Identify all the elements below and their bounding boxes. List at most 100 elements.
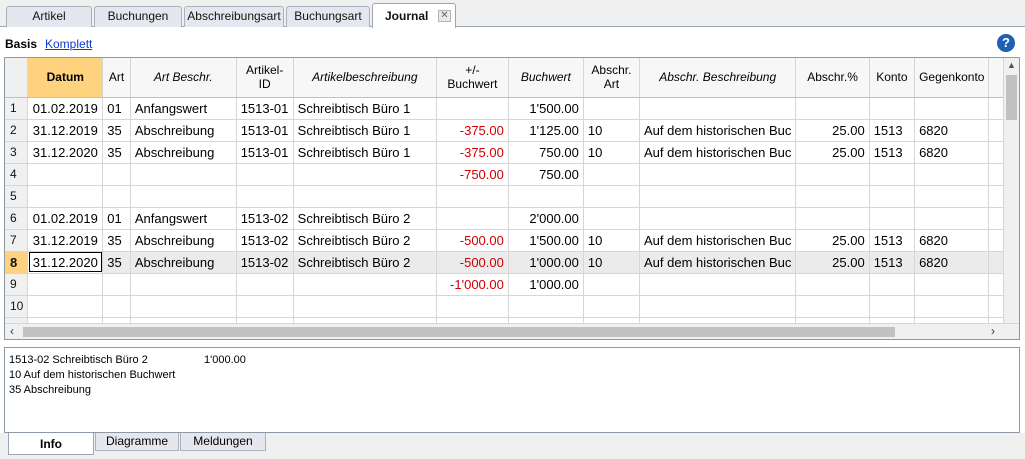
tab-abschreibungsart[interactable]: Abschreibungsart (184, 6, 284, 27)
table-row[interactable]: 9 -1'000.00 1'000.00 (5, 273, 1019, 296)
cell-art[interactable]: 01 (102, 207, 131, 230)
cell-datum[interactable] (27, 185, 104, 208)
cell-row-number[interactable]: 7 (5, 229, 29, 252)
cell-abschr-beschreibung[interactable] (639, 273, 797, 296)
cell-buchwert[interactable]: 750.00 (508, 141, 584, 164)
cell-gegenkonto[interactable]: 6820 (914, 251, 990, 274)
cell-row-number[interactable]: 8 (5, 251, 29, 274)
cell-buchwert-delta[interactable] (436, 97, 509, 120)
cell-abschr-prozent[interactable]: 25.00 (795, 141, 870, 164)
cell-konto[interactable] (869, 97, 916, 120)
cell-gegenkonto[interactable] (914, 97, 990, 120)
cell-artikelbeschreibung[interactable] (293, 185, 437, 208)
table-row[interactable]: 8 31.12.2020 35 Abschreibung 1513-02 Schreibt… (5, 251, 1019, 274)
cell-buchwert-delta[interactable] (436, 207, 509, 230)
cell-art-beschr[interactable]: Abschreibung (130, 141, 237, 164)
cell-buchwert-delta[interactable] (436, 185, 509, 208)
cell-abschr-art[interactable] (583, 163, 640, 186)
cell-artikel-id[interactable]: 1513-01 (236, 97, 294, 120)
cell-datum[interactable]: 31.12.2019 (27, 229, 104, 252)
cell-artikel-id[interactable] (236, 163, 294, 186)
table-row[interactable]: 7 31.12.2019 35 Abschreibung 1513-02 Schreibt… (5, 229, 1019, 252)
cell-row-number[interactable]: 2 (5, 119, 29, 142)
tab-buchungen[interactable]: Buchungen (94, 6, 182, 27)
help-icon[interactable]: ? (997, 34, 1015, 52)
cell-buchwert[interactable]: 1'125.00 (508, 119, 584, 142)
cell-abschr-prozent[interactable]: 25.00 (795, 229, 870, 252)
cell-art-beschr[interactable]: Anfangswert (130, 207, 237, 230)
cell-artikel-id[interactable] (236, 273, 294, 296)
scroll-left-icon[interactable]: ‹ (10, 324, 14, 339)
cell-art-beschr[interactable]: Abschreibung (130, 251, 237, 274)
cell-row-number[interactable]: 5 (5, 185, 29, 208)
cell-datum[interactable]: 31.12.2019 (27, 119, 104, 142)
cell-abschr-beschreibung[interactable]: Auf dem historischen Buc (639, 229, 797, 252)
cell-artikel-id[interactable]: 1513-02 (236, 229, 294, 252)
cell-datum[interactable] (27, 163, 104, 186)
cell-artikel-id[interactable]: 1513-02 (236, 207, 294, 230)
cell-abschr-art[interactable] (583, 97, 640, 120)
cell-art-beschr[interactable] (130, 163, 237, 186)
cell-abschr-beschreibung[interactable]: Auf dem historischen Buc (639, 141, 797, 164)
cell-abschr-prozent[interactable] (795, 295, 870, 318)
cell-row-number[interactable]: 3 (5, 141, 29, 164)
cell-konto[interactable]: 1513 (869, 251, 916, 274)
header-abschr-beschreibung[interactable]: Abschr. Beschreibung (639, 58, 797, 98)
header-abschr-art[interactable]: Abschr. Art (583, 58, 640, 98)
cell-abschr-beschreibung[interactable] (639, 163, 797, 186)
cell-konto[interactable] (869, 273, 916, 296)
table-row[interactable]: 3 31.12.2020 35 Abschreibung 1513-01 Schreibt… (5, 141, 1019, 164)
vertical-scroll-thumb[interactable] (1006, 75, 1017, 120)
cell-buchwert-delta[interactable]: -500.00 (436, 229, 509, 252)
cell-art[interactable]: 35 (102, 251, 131, 274)
tab-diagramme[interactable]: Diagramme (95, 433, 179, 451)
cell-art[interactable]: 35 (102, 229, 131, 252)
cell-datum[interactable]: 31.12.2020 (27, 251, 104, 274)
cell-abschr-prozent[interactable] (795, 207, 870, 230)
cell-konto[interactable]: 1513 (869, 229, 916, 252)
cell-art[interactable] (102, 273, 131, 296)
table-row[interactable]: 1 01.02.2019 01 Anfangswert 1513-01 Schreibti… (5, 97, 1019, 120)
cell-abschr-prozent[interactable] (795, 97, 870, 120)
cell-artikelbeschreibung[interactable]: Schreibtisch Büro 1 (293, 141, 437, 164)
cell-konto[interactable]: 1513 (869, 141, 916, 164)
tab-meldungen[interactable]: Meldungen (180, 433, 266, 451)
cell-abschr-art[interactable] (583, 273, 640, 296)
cell-buchwert[interactable]: 1'000.00 (508, 251, 584, 274)
cell-gegenkonto[interactable]: 6820 (914, 229, 990, 252)
cell-row-number[interactable]: 9 (5, 273, 29, 296)
cell-row-number[interactable]: 4 (5, 163, 29, 186)
cell-datum[interactable]: 01.02.2019 (27, 97, 104, 120)
cell-art-beschr[interactable] (130, 295, 237, 318)
cell-buchwert-delta[interactable]: -1'000.00 (436, 273, 509, 296)
cell-buchwert-delta[interactable]: -750.00 (436, 163, 509, 186)
cell-buchwert-delta[interactable] (436, 295, 509, 318)
cell-buchwert[interactable] (508, 295, 584, 318)
header-art-beschr[interactable]: Art Beschr. (130, 58, 237, 98)
cell-art-beschr[interactable]: Anfangswert (130, 97, 237, 120)
table-row[interactable]: 5 (5, 185, 1019, 208)
cell-art[interactable] (102, 185, 131, 208)
cell-artikel-id[interactable]: 1513-02 (236, 251, 294, 274)
cell-artikelbeschreibung[interactable]: Schreibtisch Büro 1 (293, 119, 437, 142)
view-basis[interactable]: Basis (5, 37, 37, 51)
cell-artikelbeschreibung[interactable] (293, 163, 437, 186)
cell-abschr-prozent[interactable] (795, 185, 870, 208)
cell-artikel-id[interactable]: 1513-01 (236, 141, 294, 164)
cell-gegenkonto[interactable] (914, 207, 990, 230)
header-buchwert[interactable]: Buchwert (508, 58, 584, 98)
horizontal-scroll-thumb[interactable] (23, 327, 895, 337)
header-artikelbeschreibung[interactable]: Artikelbeschreibung (293, 58, 437, 98)
cell-art[interactable]: 01 (102, 97, 131, 120)
cell-art-beschr[interactable]: Abschreibung (130, 119, 237, 142)
cell-artikelbeschreibung[interactable]: Schreibtisch Büro 2 (293, 207, 437, 230)
horizontal-scrollbar[interactable]: ‹ › (5, 323, 1019, 339)
cell-datum[interactable] (27, 273, 104, 296)
vertical-scrollbar[interactable]: ▲ (1003, 58, 1019, 325)
cell-buchwert-delta[interactable]: -375.00 (436, 141, 509, 164)
cell-artikel-id[interactable] (236, 295, 294, 318)
cell-abschr-prozent[interactable] (795, 163, 870, 186)
cell-buchwert[interactable]: 1'500.00 (508, 229, 584, 252)
cell-artikelbeschreibung[interactable]: Schreibtisch Büro 1 (293, 97, 437, 120)
cell-abschr-art[interactable]: 10 (583, 119, 640, 142)
